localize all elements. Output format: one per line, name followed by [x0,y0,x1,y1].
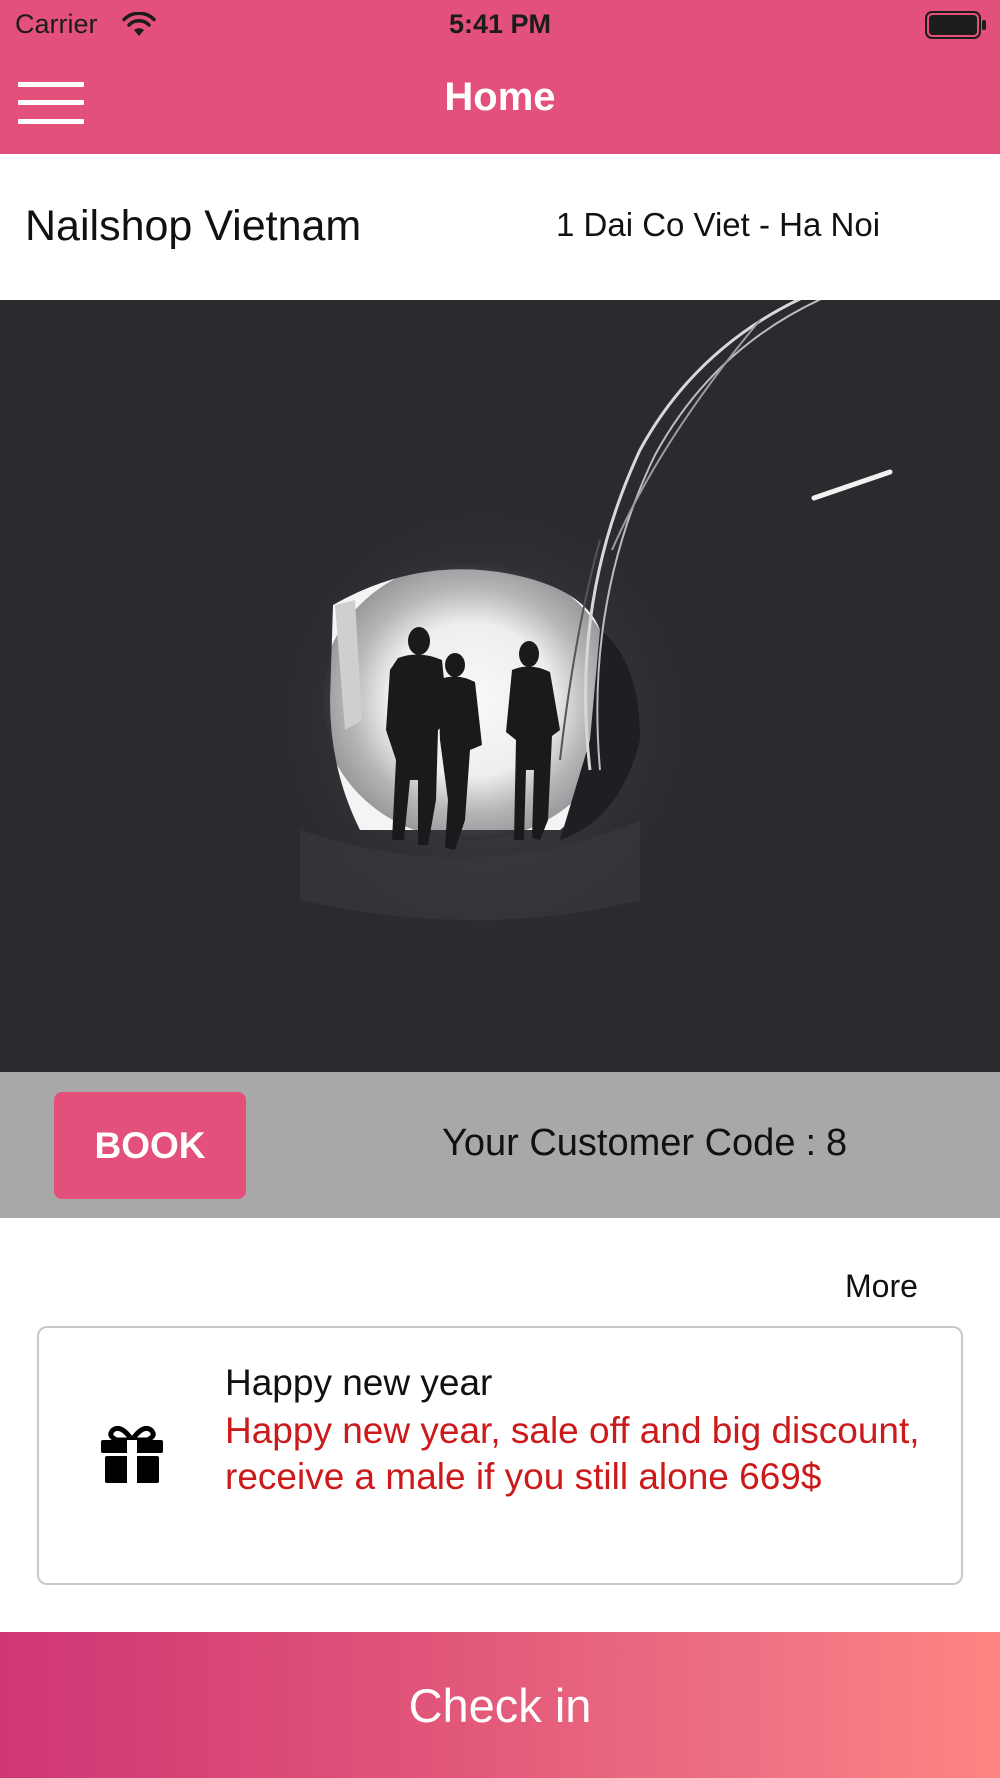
customer-code-value: 8 [826,1122,848,1164]
shop-address: 1 Dai Co Viet - Ha Noi [556,206,881,243]
shop-header: Nailshop Vietnam 1 Dai Co Viet - Ha Noi [0,154,1000,300]
status-bar: Carrier 5:41 PM [0,0,1000,50]
customer-code-separator: : [805,1122,817,1164]
more-link[interactable]: More [845,1268,918,1305]
tunnel-photo [0,300,1000,1072]
customer-code-label: Your Customer Code [442,1122,796,1164]
promotion-body: Happy new year, sale off and big discoun… [225,1410,920,1497]
battery-icon [925,11,986,39]
promotion-card[interactable]: Happy new year Happy new year, sale off … [37,1326,963,1585]
book-button[interactable]: BOOK [54,1092,246,1199]
hero-image [0,300,1000,1072]
status-time: 5:41 PM [448,9,552,39]
home-screen: Carrier 5:41 PM Home Nailshop Vietnam 1 … [0,0,1000,1778]
check-in-button[interactable]: Check in [0,1632,1000,1778]
shop-name: Nailshop Vietnam [25,202,362,250]
top-bar: Carrier 5:41 PM Home [0,0,1000,154]
page-title: Home [444,75,556,119]
customer-code: Your Customer Code:8 [442,1122,847,1165]
promotion-title: Happy new year [225,1362,493,1403]
gift-icon [101,1426,163,1484]
booking-bar: BOOK Your Customer Code:8 [0,1072,1000,1218]
